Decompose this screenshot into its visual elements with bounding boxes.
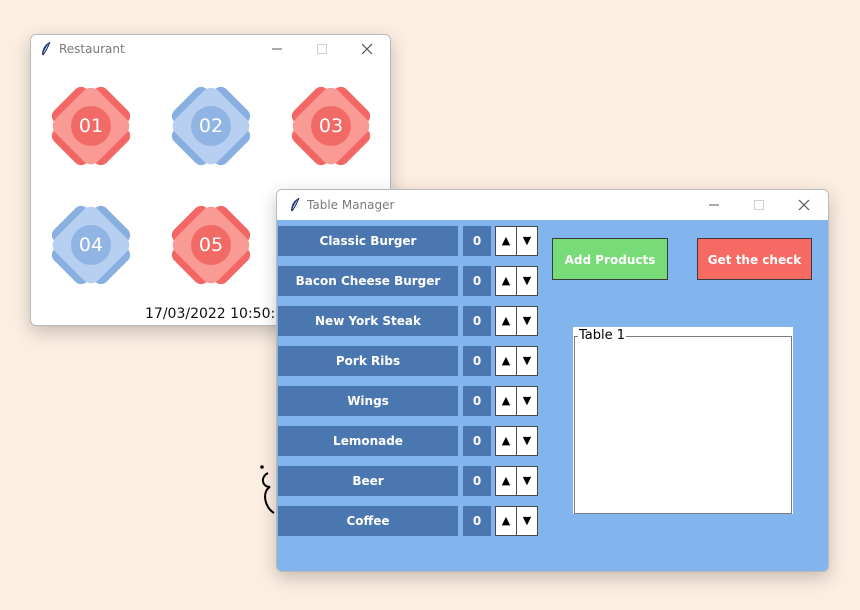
minimize-icon[interactable] — [259, 38, 295, 60]
order-panel: Table 1 — [573, 327, 793, 514]
table-button[interactable]: 05 — [166, 200, 256, 290]
increase-button[interactable]: ▲ — [495, 506, 517, 536]
increase-button[interactable]: ▲ — [495, 386, 517, 416]
product-quantity: 0 — [463, 466, 491, 496]
product-name-label: Wings — [278, 386, 458, 416]
maximize-icon[interactable] — [741, 194, 777, 216]
window-title: Table Manager — [307, 198, 395, 212]
feather-icon — [289, 197, 301, 216]
order-panel-title: Table 1 — [578, 328, 627, 344]
decrease-button[interactable]: ▼ — [516, 506, 538, 536]
table-number: 03 — [318, 115, 344, 137]
window-title: Restaurant — [59, 42, 125, 56]
datetime-label: 17/03/2022 10:50:22 — [145, 306, 294, 322]
increase-button[interactable]: ▲ — [495, 226, 517, 256]
table-number: 01 — [78, 115, 104, 137]
product-quantity: 0 — [463, 426, 491, 456]
product-name-label: Classic Burger — [278, 226, 458, 256]
table-button[interactable]: 01 — [46, 81, 136, 171]
product-quantity: 0 — [463, 346, 491, 376]
decrease-button[interactable]: ▼ — [516, 346, 538, 376]
increase-button[interactable]: ▲ — [495, 346, 517, 376]
table-button[interactable]: 02 — [166, 81, 256, 171]
product-quantity: 0 — [463, 226, 491, 256]
decrease-button[interactable]: ▼ — [516, 386, 538, 416]
restaurant-titlebar[interactable]: Restaurant — [31, 35, 390, 63]
product-quantity: 0 — [463, 386, 491, 416]
close-icon[interactable] — [349, 38, 385, 60]
product-name-label: New York Steak — [278, 306, 458, 336]
product-name-label: Pork Ribs — [278, 346, 458, 376]
manager-titlebar[interactable]: Table Manager — [277, 190, 828, 218]
product-name-label: Beer — [278, 466, 458, 496]
table-number: 04 — [78, 234, 104, 256]
product-name-label: Coffee — [278, 506, 458, 536]
increase-button[interactable]: ▲ — [495, 466, 517, 496]
increase-button[interactable]: ▲ — [495, 306, 517, 336]
product-name-label: Bacon Cheese Burger — [278, 266, 458, 296]
product-quantity: 0 — [463, 506, 491, 536]
table-button[interactable]: 03 — [286, 81, 376, 171]
increase-button[interactable]: ▲ — [495, 426, 517, 456]
minimize-icon[interactable] — [696, 194, 732, 216]
order-frame — [574, 336, 792, 514]
get-check-button[interactable]: Get the check — [697, 238, 812, 280]
product-name-label: Lemonade — [278, 426, 458, 456]
table-number: 05 — [198, 234, 224, 256]
table-manager-window: Table Manager Classic Burger 0 ▲ ▼ Bacon Che… — [276, 189, 829, 572]
maximize-icon[interactable] — [304, 38, 340, 60]
increase-button[interactable]: ▲ — [495, 266, 517, 296]
feather-icon — [40, 41, 52, 60]
product-quantity: 0 — [463, 306, 491, 336]
decrease-button[interactable]: ▼ — [516, 426, 538, 456]
product-quantity: 0 — [463, 266, 491, 296]
table-button[interactable]: 04 — [46, 200, 136, 290]
decrease-button[interactable]: ▼ — [516, 226, 538, 256]
manager-body: Classic Burger 0 ▲ ▼ Bacon Cheese Burger 0 ▲ ▼ N… — [277, 220, 828, 571]
close-icon[interactable] — [786, 194, 822, 216]
decrease-button[interactable]: ▼ — [516, 466, 538, 496]
table-number: 02 — [198, 115, 224, 137]
decrease-button[interactable]: ▼ — [516, 306, 538, 336]
add-products-button[interactable]: Add Products — [552, 238, 668, 280]
decrease-button[interactable]: ▼ — [516, 266, 538, 296]
